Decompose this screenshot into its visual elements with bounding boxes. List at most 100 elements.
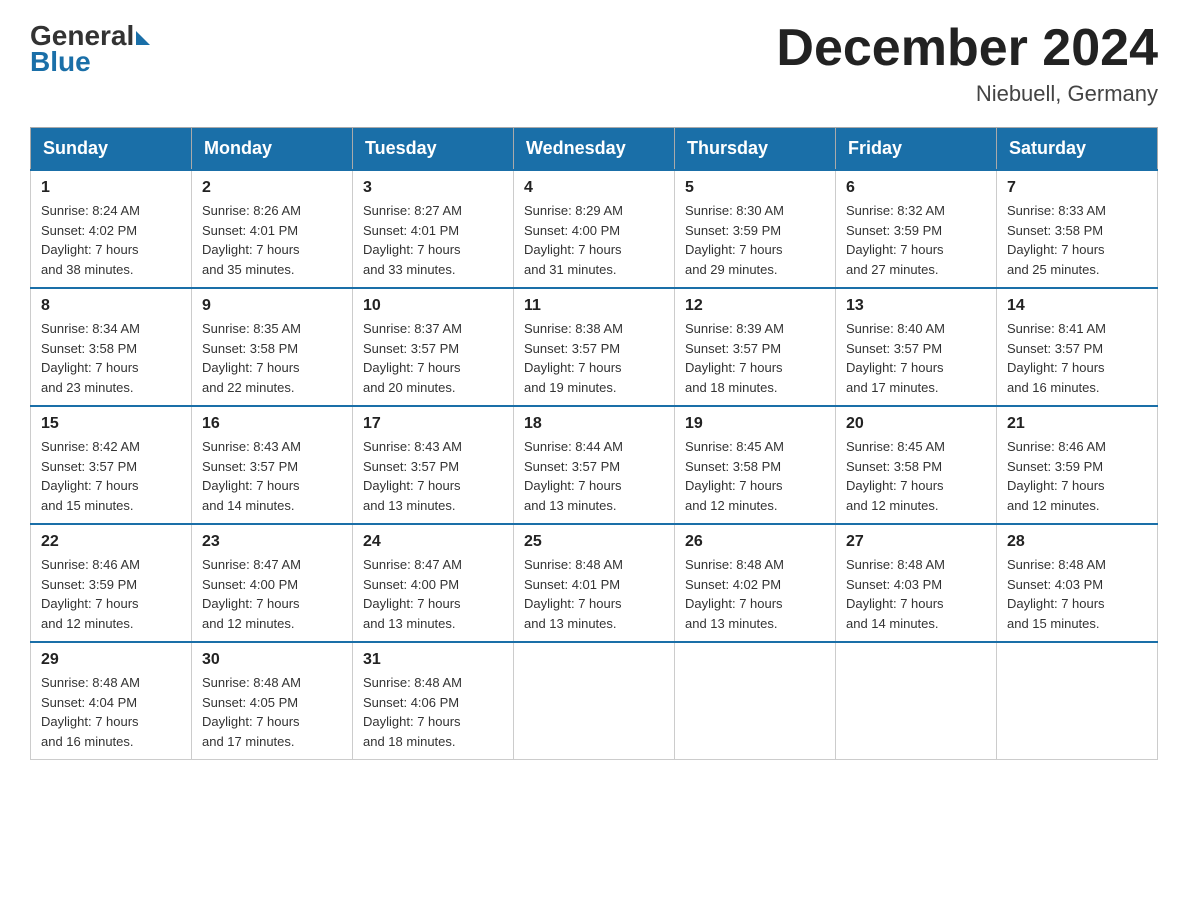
calendar-day-cell: 20 Sunrise: 8:45 AM Sunset: 3:58 PM Dayl… [836,406,997,524]
calendar-day-cell: 24 Sunrise: 8:47 AM Sunset: 4:00 PM Dayl… [353,524,514,642]
calendar-day-cell: 12 Sunrise: 8:39 AM Sunset: 3:57 PM Dayl… [675,288,836,406]
day-info: Sunrise: 8:48 AM Sunset: 4:06 PM Dayligh… [363,673,503,751]
day-number: 11 [524,297,664,315]
day-number: 23 [202,533,342,551]
day-info: Sunrise: 8:46 AM Sunset: 3:59 PM Dayligh… [41,555,181,633]
calendar-day-cell: 28 Sunrise: 8:48 AM Sunset: 4:03 PM Dayl… [997,524,1158,642]
day-info: Sunrise: 8:47 AM Sunset: 4:00 PM Dayligh… [363,555,503,633]
calendar-day-cell: 31 Sunrise: 8:48 AM Sunset: 4:06 PM Dayl… [353,642,514,760]
day-number: 16 [202,415,342,433]
calendar-day-cell: 22 Sunrise: 8:46 AM Sunset: 3:59 PM Dayl… [31,524,192,642]
calendar-weekday-header: Wednesday [514,128,675,171]
calendar-day-cell: 29 Sunrise: 8:48 AM Sunset: 4:04 PM Dayl… [31,642,192,760]
day-info: Sunrise: 8:29 AM Sunset: 4:00 PM Dayligh… [524,201,664,279]
day-number: 21 [1007,415,1147,433]
day-number: 7 [1007,179,1147,197]
calendar-day-cell: 23 Sunrise: 8:47 AM Sunset: 4:00 PM Dayl… [192,524,353,642]
day-info: Sunrise: 8:48 AM Sunset: 4:02 PM Dayligh… [685,555,825,633]
day-number: 17 [363,415,503,433]
day-number: 1 [41,179,181,197]
calendar-day-cell: 26 Sunrise: 8:48 AM Sunset: 4:02 PM Dayl… [675,524,836,642]
day-number: 20 [846,415,986,433]
month-title: December 2024 [776,20,1158,77]
calendar-day-cell: 19 Sunrise: 8:45 AM Sunset: 3:58 PM Dayl… [675,406,836,524]
calendar-day-cell: 9 Sunrise: 8:35 AM Sunset: 3:58 PM Dayli… [192,288,353,406]
day-number: 30 [202,651,342,669]
calendar-day-cell: 13 Sunrise: 8:40 AM Sunset: 3:57 PM Dayl… [836,288,997,406]
calendar-day-cell: 14 Sunrise: 8:41 AM Sunset: 3:57 PM Dayl… [997,288,1158,406]
calendar-day-cell: 7 Sunrise: 8:33 AM Sunset: 3:58 PM Dayli… [997,170,1158,288]
day-info: Sunrise: 8:34 AM Sunset: 3:58 PM Dayligh… [41,319,181,397]
calendar-day-cell: 21 Sunrise: 8:46 AM Sunset: 3:59 PM Dayl… [997,406,1158,524]
calendar-day-cell: 27 Sunrise: 8:48 AM Sunset: 4:03 PM Dayl… [836,524,997,642]
day-info: Sunrise: 8:38 AM Sunset: 3:57 PM Dayligh… [524,319,664,397]
day-info: Sunrise: 8:48 AM Sunset: 4:05 PM Dayligh… [202,673,342,751]
day-number: 22 [41,533,181,551]
day-info: Sunrise: 8:45 AM Sunset: 3:58 PM Dayligh… [685,437,825,515]
calendar-week-row: 8 Sunrise: 8:34 AM Sunset: 3:58 PM Dayli… [31,288,1158,406]
calendar-week-row: 29 Sunrise: 8:48 AM Sunset: 4:04 PM Dayl… [31,642,1158,760]
calendar-day-cell: 17 Sunrise: 8:43 AM Sunset: 3:57 PM Dayl… [353,406,514,524]
calendar-day-cell: 5 Sunrise: 8:30 AM Sunset: 3:59 PM Dayli… [675,170,836,288]
day-number: 29 [41,651,181,669]
day-number: 9 [202,297,342,315]
calendar-day-cell: 16 Sunrise: 8:43 AM Sunset: 3:57 PM Dayl… [192,406,353,524]
day-info: Sunrise: 8:33 AM Sunset: 3:58 PM Dayligh… [1007,201,1147,279]
calendar-weekday-header: Monday [192,128,353,171]
day-number: 2 [202,179,342,197]
day-number: 18 [524,415,664,433]
day-info: Sunrise: 8:32 AM Sunset: 3:59 PM Dayligh… [846,201,986,279]
calendar-day-cell [997,642,1158,760]
calendar-weekday-header: Sunday [31,128,192,171]
calendar-week-row: 22 Sunrise: 8:46 AM Sunset: 3:59 PM Dayl… [31,524,1158,642]
calendar-day-cell: 4 Sunrise: 8:29 AM Sunset: 4:00 PM Dayli… [514,170,675,288]
day-info: Sunrise: 8:47 AM Sunset: 4:00 PM Dayligh… [202,555,342,633]
day-info: Sunrise: 8:39 AM Sunset: 3:57 PM Dayligh… [685,319,825,397]
day-info: Sunrise: 8:48 AM Sunset: 4:01 PM Dayligh… [524,555,664,633]
day-number: 13 [846,297,986,315]
page-header: General Blue December 2024 Niebuell, Ger… [30,20,1158,107]
day-number: 27 [846,533,986,551]
day-number: 12 [685,297,825,315]
calendar-week-row: 15 Sunrise: 8:42 AM Sunset: 3:57 PM Dayl… [31,406,1158,524]
day-number: 6 [846,179,986,197]
day-info: Sunrise: 8:26 AM Sunset: 4:01 PM Dayligh… [202,201,342,279]
calendar-weekday-header: Tuesday [353,128,514,171]
calendar-table: SundayMondayTuesdayWednesdayThursdayFrid… [30,127,1158,760]
day-info: Sunrise: 8:41 AM Sunset: 3:57 PM Dayligh… [1007,319,1147,397]
calendar-body: 1 Sunrise: 8:24 AM Sunset: 4:02 PM Dayli… [31,170,1158,760]
day-info: Sunrise: 8:48 AM Sunset: 4:04 PM Dayligh… [41,673,181,751]
day-number: 25 [524,533,664,551]
day-info: Sunrise: 8:40 AM Sunset: 3:57 PM Dayligh… [846,319,986,397]
day-info: Sunrise: 8:30 AM Sunset: 3:59 PM Dayligh… [685,201,825,279]
calendar-day-cell: 11 Sunrise: 8:38 AM Sunset: 3:57 PM Dayl… [514,288,675,406]
calendar-day-cell: 18 Sunrise: 8:44 AM Sunset: 3:57 PM Dayl… [514,406,675,524]
day-number: 3 [363,179,503,197]
day-number: 10 [363,297,503,315]
calendar-week-row: 1 Sunrise: 8:24 AM Sunset: 4:02 PM Dayli… [31,170,1158,288]
calendar-day-cell: 6 Sunrise: 8:32 AM Sunset: 3:59 PM Dayli… [836,170,997,288]
calendar-header-row: SundayMondayTuesdayWednesdayThursdayFrid… [31,128,1158,171]
day-info: Sunrise: 8:44 AM Sunset: 3:57 PM Dayligh… [524,437,664,515]
day-info: Sunrise: 8:27 AM Sunset: 4:01 PM Dayligh… [363,201,503,279]
calendar-weekday-header: Friday [836,128,997,171]
calendar-day-cell [514,642,675,760]
day-info: Sunrise: 8:24 AM Sunset: 4:02 PM Dayligh… [41,201,181,279]
calendar-day-cell: 30 Sunrise: 8:48 AM Sunset: 4:05 PM Dayl… [192,642,353,760]
day-number: 5 [685,179,825,197]
calendar-day-cell [836,642,997,760]
day-info: Sunrise: 8:45 AM Sunset: 3:58 PM Dayligh… [846,437,986,515]
logo-arrow-icon [136,31,150,45]
day-number: 4 [524,179,664,197]
calendar-day-cell: 2 Sunrise: 8:26 AM Sunset: 4:01 PM Dayli… [192,170,353,288]
day-number: 8 [41,297,181,315]
title-section: December 2024 Niebuell, Germany [776,20,1158,107]
location-label: Niebuell, Germany [776,81,1158,107]
day-info: Sunrise: 8:43 AM Sunset: 3:57 PM Dayligh… [363,437,503,515]
calendar-day-cell: 25 Sunrise: 8:48 AM Sunset: 4:01 PM Dayl… [514,524,675,642]
calendar-day-cell: 8 Sunrise: 8:34 AM Sunset: 3:58 PM Dayli… [31,288,192,406]
calendar-day-cell: 3 Sunrise: 8:27 AM Sunset: 4:01 PM Dayli… [353,170,514,288]
day-info: Sunrise: 8:48 AM Sunset: 4:03 PM Dayligh… [846,555,986,633]
day-number: 15 [41,415,181,433]
day-number: 19 [685,415,825,433]
